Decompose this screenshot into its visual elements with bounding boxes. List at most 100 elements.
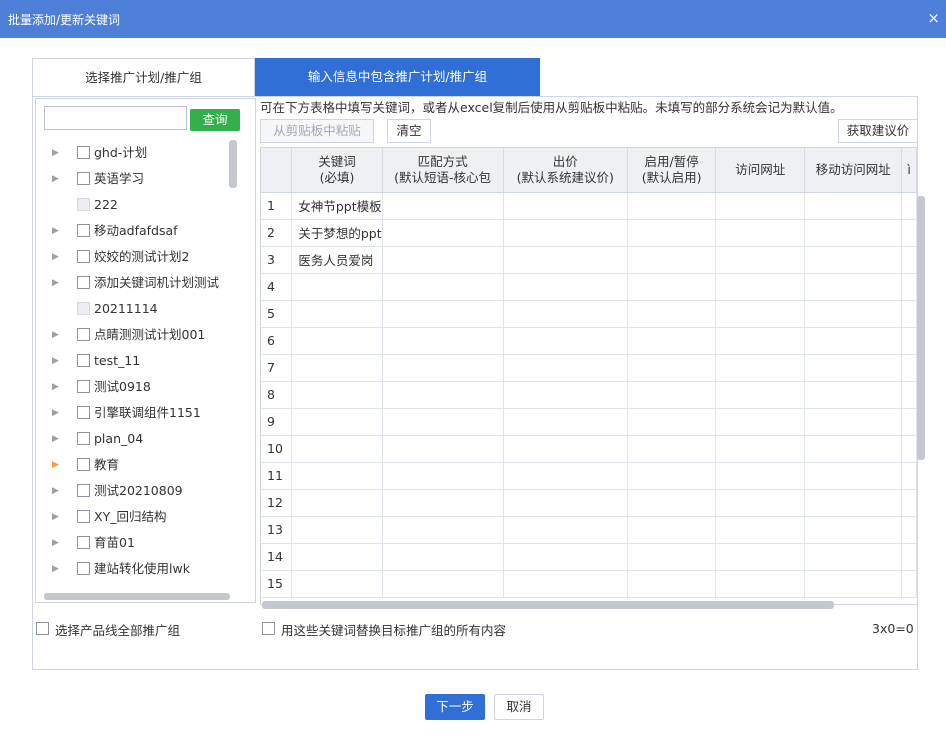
tree-item-checkbox[interactable] [77,354,90,367]
table-cell[interactable] [627,408,717,436]
table-cell[interactable] [901,354,917,382]
table-cell[interactable] [901,219,917,247]
keyword-cell[interactable] [291,570,383,598]
table-cell[interactable] [503,219,629,247]
tree-item-checkbox[interactable] [77,250,90,263]
table-cell[interactable] [901,300,917,328]
table-cell[interactable] [382,192,504,220]
table-cell[interactable] [503,543,629,571]
table-cell[interactable] [804,489,903,517]
table-cell[interactable] [715,273,806,301]
tree-item-checkbox[interactable] [77,458,90,471]
keyword-cell[interactable] [291,354,383,382]
keyword-cell[interactable] [291,408,383,436]
table-cell[interactable] [901,246,917,274]
table-cell[interactable] [382,435,504,463]
table-cell[interactable] [901,273,917,301]
table-cell[interactable] [715,516,806,544]
next-step-button[interactable]: 下一步 [425,694,485,720]
tree-item-checkbox[interactable] [77,224,90,237]
keyword-cell[interactable]: 女神节ppt模板 [291,192,383,220]
table-cell[interactable] [382,543,504,571]
table-cell[interactable] [503,192,629,220]
table-cell[interactable] [382,516,504,544]
table-cell[interactable] [715,462,806,490]
tree-item-checkbox[interactable] [77,562,90,575]
table-cell[interactable] [804,219,903,247]
table-cell[interactable] [715,489,806,517]
table-cell[interactable] [804,408,903,436]
grid-horizontal-scrollbar[interactable] [262,601,834,609]
expand-arrow-icon[interactable]: ▶ [52,506,59,528]
expand-arrow-icon[interactable]: ▶ [52,246,59,268]
table-cell[interactable] [715,192,806,220]
get-suggested-bid-button[interactable]: 获取建议价 [838,119,918,143]
table-cell[interactable] [804,570,903,598]
table-cell[interactable] [901,570,917,598]
keyword-cell[interactable] [291,273,383,301]
table-cell[interactable] [804,543,903,571]
expand-arrow-icon[interactable]: ▶ [52,376,59,398]
expand-arrow-icon[interactable]: ▶ [52,220,59,242]
table-cell[interactable] [503,273,629,301]
replace-all-checkbox[interactable] [262,622,275,635]
keyword-cell[interactable] [291,462,383,490]
table-cell[interactable] [627,327,717,355]
table-cell[interactable] [627,300,717,328]
table-cell[interactable] [715,300,806,328]
search-input[interactable] [44,106,187,130]
table-cell[interactable] [503,327,629,355]
expand-arrow-icon[interactable]: ▶ [52,558,59,580]
table-cell[interactable] [715,327,806,355]
expand-arrow-icon[interactable]: ▶ [52,480,59,502]
expand-arrow-icon[interactable]: ▶ [52,402,59,424]
table-cell[interactable] [804,381,903,409]
tab-input-contains-plan-group[interactable]: 输入信息中包含推广计划/推广组 [255,58,540,96]
clear-button[interactable]: 清空 [387,119,431,143]
table-cell[interactable] [503,570,629,598]
tree-item-checkbox[interactable] [77,276,90,289]
table-cell[interactable] [503,489,629,517]
table-cell[interactable] [901,516,917,544]
table-cell[interactable] [382,219,504,247]
keyword-cell[interactable] [291,435,383,463]
table-cell[interactable] [627,435,717,463]
table-cell[interactable] [804,516,903,544]
expand-arrow-icon[interactable]: ▶ [52,350,59,372]
table-cell[interactable] [382,327,504,355]
table-cell[interactable] [715,381,806,409]
table-cell[interactable] [901,462,917,490]
table-cell[interactable] [804,327,903,355]
table-cell[interactable] [804,462,903,490]
table-cell[interactable] [715,435,806,463]
keyword-cell[interactable] [291,381,383,409]
tree-item-checkbox[interactable] [77,510,90,523]
expand-arrow-icon[interactable]: ▶ [52,324,59,346]
table-cell[interactable] [627,354,717,382]
table-cell[interactable] [715,354,806,382]
tree-item-checkbox[interactable] [77,406,90,419]
expand-arrow-icon[interactable]: ▶ [52,272,59,294]
table-cell[interactable] [804,246,903,274]
keyword-cell[interactable] [291,489,383,517]
tree-item-checkbox[interactable] [77,172,90,185]
table-cell[interactable] [382,381,504,409]
table-cell[interactable] [627,219,717,247]
table-cell[interactable] [627,516,717,544]
table-cell[interactable] [382,408,504,436]
keyword-cell[interactable]: 关于梦想的ppt [291,219,383,247]
search-button[interactable]: 查询 [190,109,240,131]
table-cell[interactable] [382,273,504,301]
table-cell[interactable] [503,246,629,274]
tree-vertical-scrollbar[interactable] [229,140,237,188]
table-cell[interactable] [901,327,917,355]
tree-item-checkbox[interactable] [77,432,90,445]
keyword-cell[interactable] [291,300,383,328]
table-cell[interactable] [382,489,504,517]
tree-item-checkbox[interactable] [77,484,90,497]
table-cell[interactable] [503,354,629,382]
table-cell[interactable] [804,300,903,328]
tree-item-checkbox[interactable] [77,146,90,159]
keyword-cell[interactable] [291,327,383,355]
paste-from-clipboard-button[interactable]: 从剪贴板中粘贴 [260,119,374,143]
